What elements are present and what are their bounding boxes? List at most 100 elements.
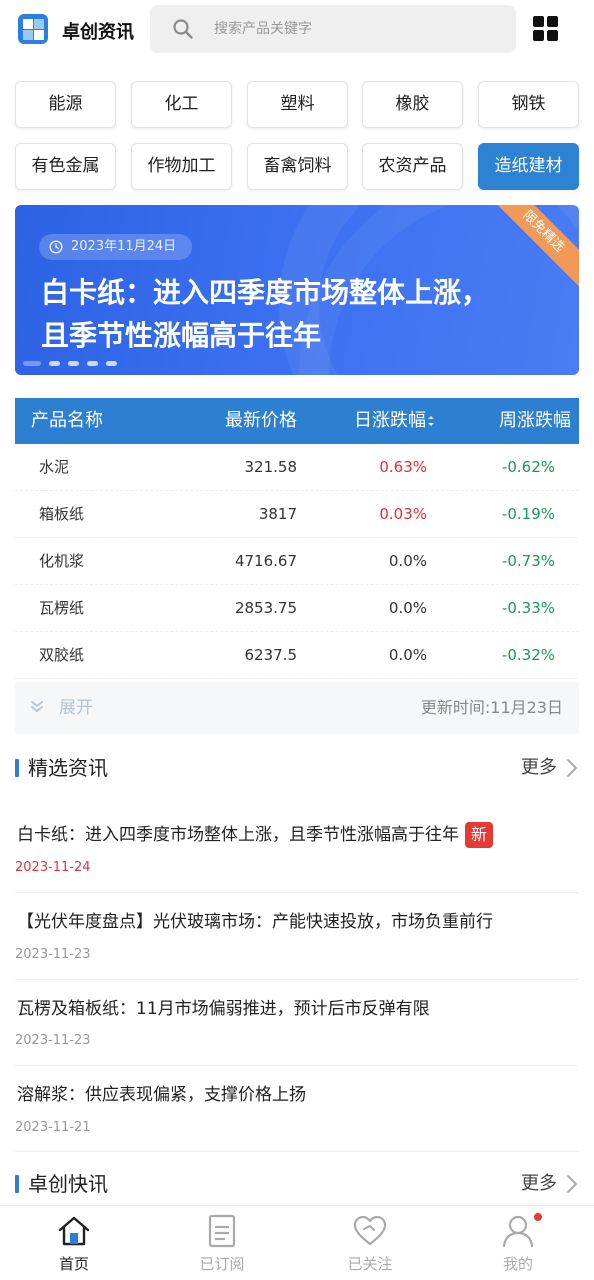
weekly-change: -0.73% xyxy=(501,552,555,570)
category-chip-rubber[interactable]: 橡胶 xyxy=(362,81,463,128)
banner-title-line-2: 且季节性涨幅高于往年 xyxy=(41,319,322,352)
nav-subscribed[interactable]: 已订阅 xyxy=(148,1206,296,1280)
table-row[interactable]: 水泥 321.58 0.63% -0.62% xyxy=(15,444,579,491)
banner-date-pill: 2023年11月24日 xyxy=(39,234,193,260)
category-chip-agri-inputs[interactable]: 农资产品 xyxy=(362,143,463,190)
latest-price: 3817 xyxy=(258,505,297,523)
nav-label: 已订阅 xyxy=(199,1255,245,1273)
nav-home[interactable]: 首页 xyxy=(0,1206,148,1280)
category-grid-icon[interactable] xyxy=(533,16,559,42)
nav-followed[interactable]: 已关注 xyxy=(296,1206,444,1280)
header-product-name: 产品名称 xyxy=(31,410,103,431)
news-date: 2023-11-24 xyxy=(15,860,91,875)
category-chip-crop-processing[interactable]: 作物加工 xyxy=(131,143,232,190)
search-icon xyxy=(173,19,193,39)
category-chip-energy[interactable]: 能源 xyxy=(15,81,116,128)
double-chevron-down-icon[interactable] xyxy=(29,699,45,715)
news-date: 2023-11-23 xyxy=(15,1033,91,1048)
latest-price: 6237.5 xyxy=(244,646,298,664)
expand-button[interactable]: 展开 xyxy=(59,682,93,734)
document-icon xyxy=(208,1214,236,1248)
banner-title: 白卡纸：进入四季度市场整体上涨， 且季节性涨幅高于往年 xyxy=(41,271,541,357)
notification-dot xyxy=(534,1213,542,1221)
daily-change: 0.0% xyxy=(388,646,427,664)
pagination-dot[interactable] xyxy=(68,361,79,366)
chevron-right-icon[interactable] xyxy=(565,758,579,778)
section-accent-bar xyxy=(15,759,19,777)
weekly-change: -0.32% xyxy=(501,646,555,664)
featured-news-header: 精选资讯 更多 xyxy=(15,753,579,783)
product-name: 瓦楞纸 xyxy=(39,599,85,617)
news-item[interactable]: 溶解浆：供应表现偏紧，支撑价格上扬 2023-11-21 xyxy=(15,1082,579,1152)
top-header: 卓创资讯 搜索产品关键字 xyxy=(0,0,594,62)
product-name: 箱板纸 xyxy=(39,505,85,523)
nav-label: 首页 xyxy=(58,1255,89,1273)
search-input[interactable]: 搜索产品关键字 xyxy=(214,5,312,53)
more-link[interactable]: 更多 xyxy=(521,1169,557,1199)
header-latest-price: 最新价格 xyxy=(225,410,297,431)
section-title: 卓创快讯 xyxy=(28,1172,108,1196)
flash-news-header: 卓创快讯 更多 xyxy=(15,1169,579,1199)
banner-date: 2023年11月24日 xyxy=(71,239,177,254)
header-daily-change-label: 日涨跌幅 xyxy=(354,410,426,431)
sort-icon xyxy=(428,416,434,426)
news-title: 白卡纸：进入四季度市场整体上涨，且季节性涨幅高于往年新 xyxy=(17,822,493,848)
category-chip-livestock-feed[interactable]: 畜禽饲料 xyxy=(247,143,348,190)
update-time: 更新时间:11月23日 xyxy=(420,698,563,717)
daily-change: 0.0% xyxy=(388,599,427,617)
category-chip-chemical[interactable]: 化工 xyxy=(131,81,232,128)
price-table-header: 产品名称 最新价格 日涨跌幅 周涨跌幅 xyxy=(15,398,579,444)
chevron-right-icon[interactable] xyxy=(565,1174,579,1194)
daily-change: 0.0% xyxy=(388,552,427,570)
pagination-dot[interactable] xyxy=(49,361,60,366)
latest-price: 4716.67 xyxy=(234,552,297,570)
section-accent-bar xyxy=(15,1175,19,1193)
pagination-dot[interactable] xyxy=(87,361,98,366)
news-title: 溶解浆：供应表现偏紧，支撑价格上扬 xyxy=(17,1085,306,1105)
news-date: 2023-11-23 xyxy=(15,947,91,962)
category-chip-steel[interactable]: 钢铁 xyxy=(478,81,579,128)
product-name: 双胶纸 xyxy=(39,646,85,664)
home-icon xyxy=(58,1216,90,1246)
daily-change: 0.63% xyxy=(379,458,427,476)
pagination-dot[interactable] xyxy=(106,361,117,366)
news-item[interactable]: 【光伏年度盘点】光伏玻璃市场：产能快速投放，市场负重前行 2023-11-23 xyxy=(15,909,579,980)
header-daily-change[interactable]: 日涨跌幅 xyxy=(354,398,435,444)
nav-label: 我的 xyxy=(502,1255,533,1273)
app-title: 卓创资讯 xyxy=(62,22,134,43)
news-title-text: 白卡纸：进入四季度市场整体上涨，且季节性涨幅高于往年 xyxy=(17,825,459,845)
header-weekly-change: 周涨跌幅 xyxy=(499,410,571,431)
clock-icon xyxy=(49,240,63,254)
user-icon xyxy=(502,1215,534,1248)
table-row[interactable]: 瓦楞纸 2853.75 0.0% -0.33% xyxy=(15,585,579,632)
pagination-dot[interactable] xyxy=(23,361,41,366)
more-link[interactable]: 更多 xyxy=(521,753,557,783)
weekly-change: -0.62% xyxy=(501,458,555,476)
product-name: 化机浆 xyxy=(39,552,85,570)
nav-mine[interactable]: 我的 xyxy=(444,1206,592,1280)
bottom-nav: 首页 已订阅 已关注 我的 xyxy=(0,1205,594,1280)
weekly-change: -0.19% xyxy=(501,505,555,523)
search-bar[interactable]: 搜索产品关键字 xyxy=(150,5,516,53)
weekly-change: -0.33% xyxy=(501,599,555,617)
news-item[interactable]: 瓦楞及箱板纸：11月市场偏弱推进，预计后市反弹有限 2023-11-23 xyxy=(15,996,579,1066)
news-item[interactable]: 白卡纸：进入四季度市场整体上涨，且季节性涨幅高于往年新 2023-11-24 xyxy=(15,822,579,893)
latest-price: 321.58 xyxy=(244,458,298,476)
category-chip-paper-building[interactable]: 造纸建材 xyxy=(478,143,579,190)
category-chip-nonferrous[interactable]: 有色金属 xyxy=(15,143,116,190)
table-row[interactable]: 箱板纸 3817 0.03% -0.19% xyxy=(15,491,579,538)
category-chip-plastic[interactable]: 塑料 xyxy=(247,81,348,128)
product-name: 水泥 xyxy=(39,458,70,476)
featured-banner[interactable]: 2023年11月24日 白卡纸：进入四季度市场整体上涨， 且季节性涨幅高于往年 … xyxy=(15,205,579,375)
new-badge: 新 xyxy=(465,822,493,848)
nav-label: 已关注 xyxy=(347,1255,393,1273)
section-title: 精选资讯 xyxy=(28,756,108,780)
daily-change: 0.03% xyxy=(379,505,427,523)
expand-bar: 展开 更新时间:11月23日 xyxy=(15,682,579,734)
table-row[interactable]: 化机浆 4716.67 0.0% -0.73% xyxy=(15,538,579,585)
table-row[interactable]: 双胶纸 6237.5 0.0% -0.32% xyxy=(15,632,579,679)
latest-price: 2853.75 xyxy=(234,599,297,617)
heart-icon xyxy=(353,1215,387,1246)
news-date: 2023-11-21 xyxy=(15,1120,91,1135)
news-title: 【光伏年度盘点】光伏玻璃市场：产能快速投放，市场负重前行 xyxy=(17,912,493,932)
